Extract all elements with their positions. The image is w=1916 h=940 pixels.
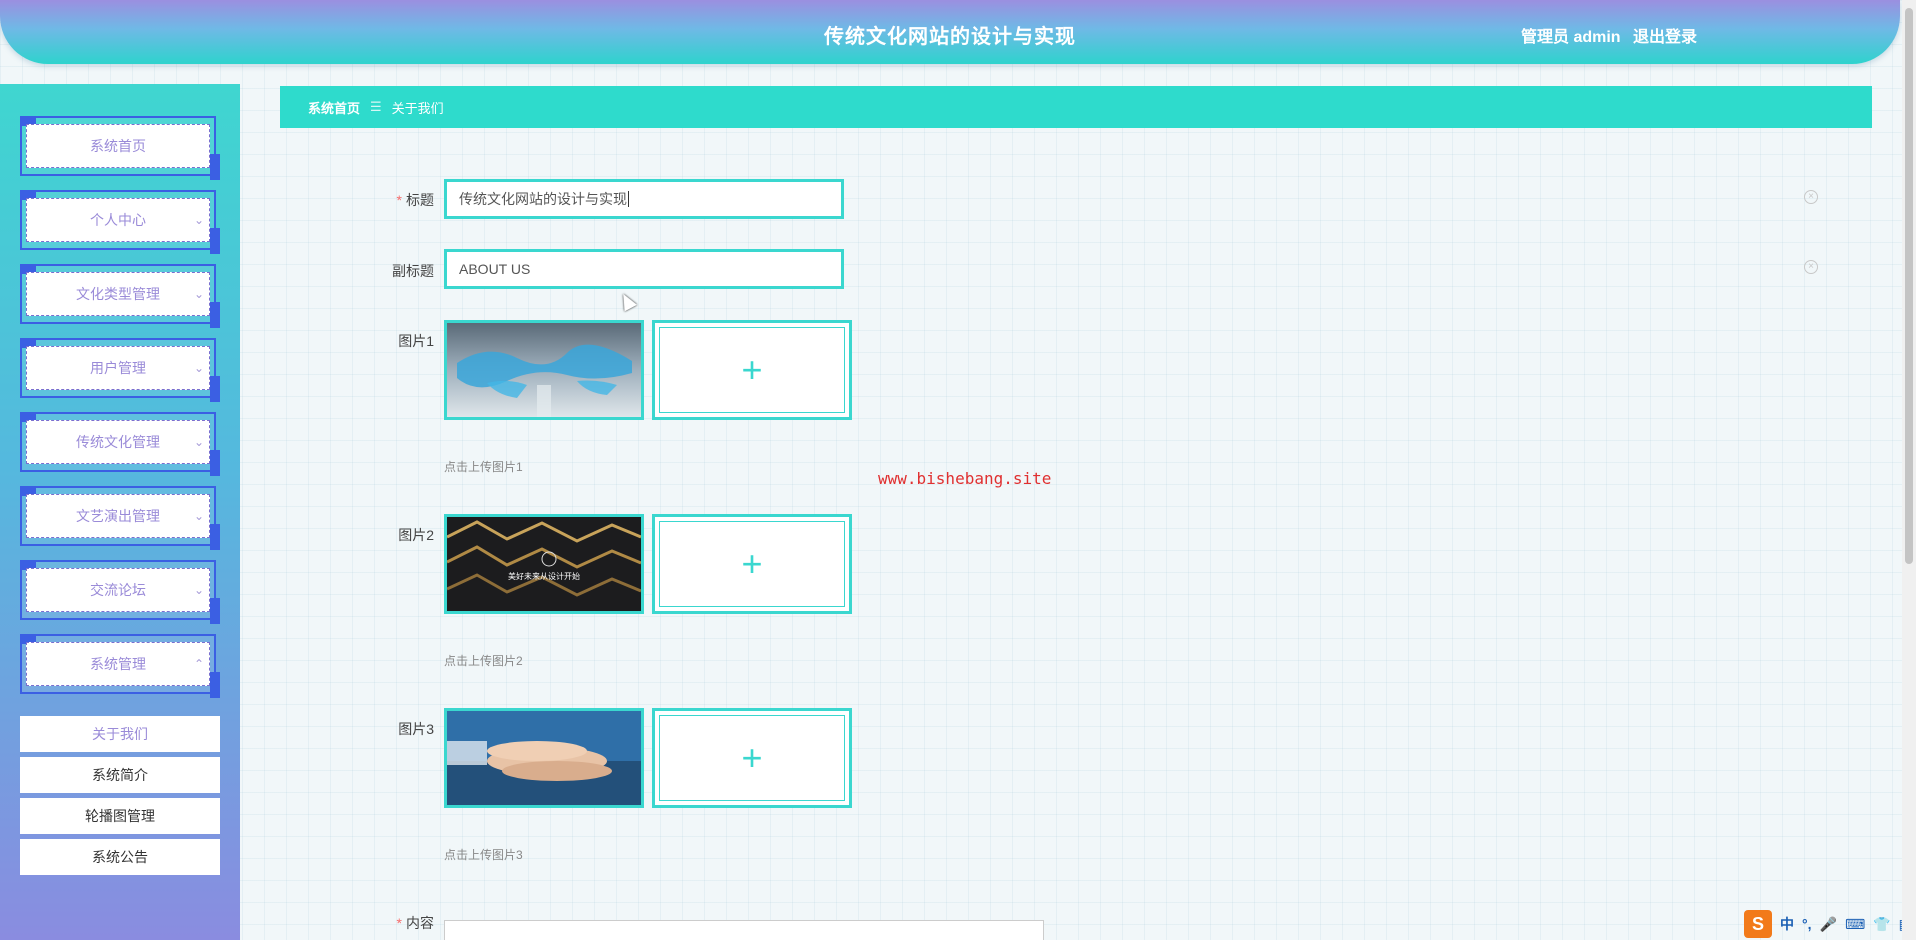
clear-icon[interactable]: ×	[1804, 190, 1818, 204]
watermark-text: www.bishebang.site	[878, 469, 1052, 488]
text-caret	[628, 191, 629, 207]
sidebar-item-traditional-culture[interactable]: 传统文化管理 ⌄	[20, 412, 220, 476]
sidebar-item-performances[interactable]: 文艺演出管理 ⌄	[20, 486, 220, 550]
submenu-notices[interactable]: 系统公告	[20, 839, 220, 875]
chevron-down-icon: ⌄	[193, 361, 204, 375]
top-header: 传统文化网站的设计与实现 管理员 admin 退出登录	[0, 0, 1900, 64]
ime-punctuation[interactable]: °,	[1802, 916, 1812, 932]
sidebar: 系统首页 个人中心 ⌄ 文化类型管理 ⌄ 用户管理 ⌄ 传统文化管理 ⌄ 文艺演…	[0, 84, 240, 940]
chevron-down-icon: ⌄	[193, 583, 204, 597]
chevron-down-icon: ⌄	[193, 287, 204, 301]
microphone-icon[interactable]: 🎤	[1820, 916, 1837, 933]
chevron-down-icon: ⌄	[193, 213, 204, 227]
image3-label: 图片3	[398, 721, 434, 737]
keyboard-icon[interactable]: ⌨	[1845, 916, 1865, 933]
sidebar-item-label: 传统文化管理	[76, 434, 160, 450]
sidebar-item-label: 系统管理	[90, 656, 146, 672]
sidebar-item-users[interactable]: 用户管理 ⌄	[20, 338, 220, 402]
breadcrumb-separator-icon: ☰	[370, 99, 382, 114]
sidebar-item-label: 个人中心	[90, 212, 146, 228]
breadcrumb-current: 关于我们	[391, 100, 444, 116]
scrollbar-thumb[interactable]	[1905, 8, 1913, 564]
required-mark: *	[396, 192, 402, 208]
sidebar-item-forum[interactable]: 交流论坛 ⌄	[20, 560, 220, 624]
sidebar-item-label: 用户管理	[90, 360, 146, 376]
ime-language[interactable]: 中	[1780, 914, 1794, 934]
user-area: 管理员 admin 退出登录	[1521, 23, 1705, 47]
breadcrumb-home[interactable]: 系统首页	[308, 98, 360, 117]
image2-upload-button[interactable]: +	[652, 514, 852, 614]
sidebar-item-home[interactable]: 系统首页	[20, 116, 220, 180]
image1-hint: 点击上传图片1	[444, 460, 523, 474]
title-input-value: 传统文化网站的设计与实现	[459, 191, 627, 207]
image1-thumbnail[interactable]	[444, 320, 644, 420]
ime-toolbar[interactable]: S 中 °, 🎤 ⌨ 👕 ▦	[1740, 908, 1916, 940]
image1-upload-button[interactable]: +	[652, 320, 852, 420]
chevron-up-icon: ⌃	[193, 657, 204, 671]
required-mark: *	[396, 915, 402, 931]
image2-hint: 点击上传图片2	[444, 654, 523, 668]
sidebar-item-label: 文艺演出管理	[76, 508, 160, 524]
page-scrollbar[interactable]	[1902, 0, 1916, 940]
logout-button[interactable]: 退出登录	[1633, 29, 1697, 46]
breadcrumb: 系统首页 ☰ 关于我们	[280, 86, 1872, 128]
ime-logo-icon[interactable]: S	[1744, 910, 1772, 938]
sidebar-item-label: 系统首页	[90, 138, 146, 154]
image3-hint: 点击上传图片3	[444, 848, 523, 862]
image3-upload-button[interactable]: +	[652, 708, 852, 808]
sidebar-item-culture-type[interactable]: 文化类型管理 ⌄	[20, 264, 220, 328]
design-banner-image	[447, 517, 641, 611]
clear-icon[interactable]: ×	[1804, 260, 1818, 274]
world-map-image	[447, 323, 641, 417]
image2-label: 图片2	[398, 527, 434, 543]
subtitle-input[interactable]: ABOUT US	[444, 249, 844, 289]
image3-thumbnail[interactable]	[444, 708, 644, 808]
image2-thumbnail[interactable]: 美好未来从设计开始	[444, 514, 644, 614]
content-editor[interactable]	[444, 920, 1044, 940]
content-label: * 内容	[396, 915, 434, 931]
title-label: * 标题	[396, 192, 434, 208]
teamwork-hands-image	[447, 711, 641, 805]
sidebar-item-label: 交流论坛	[90, 582, 146, 598]
sidebar-item-system[interactable]: 系统管理 ⌃	[20, 634, 220, 698]
chevron-down-icon: ⌄	[193, 435, 204, 449]
chevron-down-icon: ⌄	[193, 509, 204, 523]
subtitle-input-value: ABOUT US	[459, 261, 531, 277]
submenu-carousel[interactable]: 轮播图管理	[20, 798, 220, 834]
sidebar-item-personal-center[interactable]: 个人中心 ⌄	[20, 190, 220, 254]
image1-label: 图片1	[398, 333, 434, 349]
sidebar-item-label: 文化类型管理	[76, 286, 160, 302]
user-label: 管理员 admin	[1521, 29, 1621, 46]
subtitle-label: 副标题	[392, 263, 434, 279]
skin-icon[interactable]: 👕	[1873, 916, 1890, 933]
image2-caption: 美好未来从设计开始	[508, 572, 580, 581]
title-input[interactable]: 传统文化网站的设计与实现	[444, 179, 844, 219]
submenu-about-us[interactable]: 关于我们	[20, 716, 220, 752]
submenu-system-intro[interactable]: 系统简介	[20, 757, 220, 793]
